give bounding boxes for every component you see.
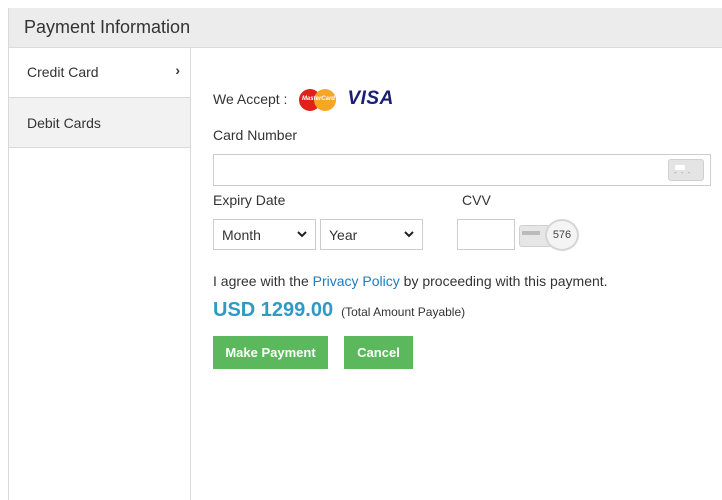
total-amount: USD 1299.00 bbox=[213, 299, 334, 321]
agreement-suffix: by proceeding with this payment. bbox=[399, 273, 608, 289]
card-number-input[interactable]: - - - bbox=[213, 154, 711, 186]
we-accept-label: We Accept : bbox=[213, 91, 288, 107]
sidebar-item-label: Debit Cards bbox=[27, 114, 101, 131]
chevron-right-icon: › bbox=[175, 62, 180, 78]
mastercard-logo: MasterCard bbox=[299, 88, 337, 111]
sidebar-item-label: Credit Card bbox=[27, 63, 99, 80]
agreement-prefix: I agree with the bbox=[213, 273, 313, 289]
expiry-year-select[interactable]: Year bbox=[320, 219, 423, 250]
sidebar-item-debit-cards[interactable]: Debit Cards bbox=[9, 98, 190, 148]
payment-method-sidebar: Credit Card › Debit Cards bbox=[9, 48, 191, 500]
cvv-input[interactable] bbox=[457, 219, 515, 250]
agreement-text: I agree with the Privacy Policy by proce… bbox=[213, 273, 608, 289]
sidebar-item-credit-card[interactable]: Credit Card › bbox=[9, 48, 190, 98]
chevron-down-icon bbox=[297, 231, 307, 238]
cancel-button[interactable]: Cancel bbox=[344, 336, 413, 369]
payment-panel: Payment Information Credit Card › Debit … bbox=[8, 8, 722, 500]
visa-logo: VISA bbox=[347, 88, 394, 109]
privacy-policy-link[interactable]: Privacy Policy bbox=[313, 273, 400, 289]
month-select-value: Month bbox=[222, 226, 261, 243]
credit-card-icon: - - - bbox=[668, 159, 704, 181]
cvv-hint-icon: 576 bbox=[519, 219, 581, 251]
cvv-label: CVV bbox=[462, 192, 491, 208]
cvv-hint-bubble: 576 bbox=[545, 219, 579, 251]
expiry-date-label: Expiry Date bbox=[213, 192, 286, 208]
total-amount-note: (Total Amount Payable) bbox=[341, 305, 466, 319]
credit-card-form: We Accept : MasterCard VISA Card Number … bbox=[213, 48, 722, 500]
accepted-cards-row: We Accept : MasterCard VISA bbox=[213, 88, 394, 111]
panel-title: Payment Information bbox=[24, 17, 191, 37]
expiry-month-select[interactable]: Month bbox=[213, 219, 316, 250]
year-select-value: Year bbox=[329, 226, 358, 243]
make-payment-button[interactable]: Make Payment bbox=[213, 336, 328, 369]
panel-header: Payment Information bbox=[9, 8, 722, 48]
chevron-down-icon bbox=[404, 231, 414, 238]
card-number-label: Card Number bbox=[213, 127, 298, 143]
amount-row: USD 1299.00 (Total Amount Payable) bbox=[213, 299, 465, 322]
